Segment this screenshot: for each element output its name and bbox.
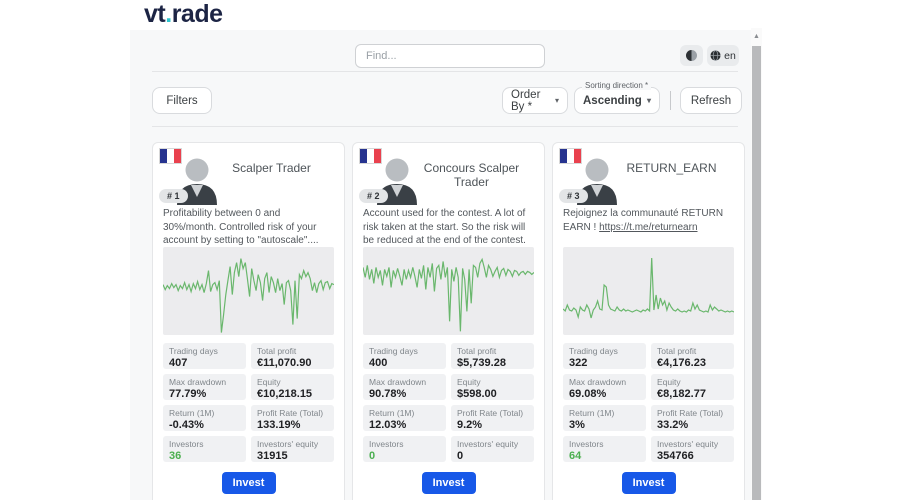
- stat-max-drawdown: Max drawdown77.79%: [163, 374, 246, 400]
- stat-investors: Investors64: [563, 436, 646, 462]
- language-label: en: [724, 50, 736, 62]
- trader-description: Account used for the contest. A lot of r…: [363, 207, 534, 247]
- contrast-icon: [686, 50, 697, 61]
- toolbar-divider: [670, 91, 671, 110]
- stat-investors-equity: Investors' equity0: [451, 436, 534, 462]
- equity-sparkline: [163, 247, 334, 335]
- invest-button[interactable]: Invest: [222, 472, 276, 494]
- refresh-button[interactable]: Refresh: [680, 87, 742, 114]
- sorting-direction-select[interactable]: Sorting direction * Ascending ▾: [574, 87, 660, 114]
- trader-card: # 3 RETURN_EARN Rejoignez la communauté …: [552, 142, 745, 500]
- rank-badge: # 3: [559, 189, 588, 203]
- equity-sparkline: [363, 247, 534, 335]
- stat-total-profit: Total profit€4,176.23: [651, 343, 734, 369]
- sorting-direction-label: Sorting direction *: [582, 81, 651, 90]
- invest-button[interactable]: Invest: [422, 472, 476, 494]
- app-viewport: vt.rade en Filters Order By * ▾ Sorting …: [130, 0, 762, 500]
- equity-sparkline: [563, 247, 734, 335]
- stat-investors-equity: Investors' equity354766: [651, 436, 734, 462]
- trader-description: Rejoignez la communauté RETURN EARN ! ht…: [563, 207, 734, 247]
- chevron-down-icon: ▾: [555, 96, 559, 105]
- filters-button[interactable]: Filters: [152, 87, 212, 114]
- toolbar-bottom-divider: [152, 126, 738, 127]
- theme-toggle-button[interactable]: [680, 45, 703, 66]
- stat-max-drawdown: Max drawdown69.08%: [563, 374, 646, 400]
- scroll-up-icon[interactable]: ▲: [751, 30, 762, 44]
- vertical-scrollbar[interactable]: ▲: [751, 28, 762, 500]
- rank-badge: # 2: [359, 189, 388, 203]
- language-button[interactable]: en: [707, 45, 739, 66]
- logo-rest: rade: [172, 0, 223, 28]
- trader-card-header: # 1 Scalper Trader: [163, 151, 334, 207]
- rank-badge: # 1: [159, 189, 188, 203]
- order-by-label: Order By *: [511, 89, 555, 113]
- trader-card: # 1 Scalper Trader Profitability between…: [152, 142, 345, 500]
- stats-grid: Trading days407 Total profit€11,070.90 M…: [163, 343, 334, 462]
- sorting-direction-value: Ascending: [583, 95, 642, 107]
- trader-card-header: # 2 Concours Scalper Trader: [363, 151, 534, 207]
- order-by-select[interactable]: Order By * ▾: [502, 87, 568, 114]
- trader-name: Concours Scalper Trader: [411, 161, 532, 189]
- trader-description-text: Profitability between 0 and 30%/month. C…: [163, 208, 319, 246]
- stat-return-1m: Return (1M)-0.43%: [163, 405, 246, 431]
- header-divider: [152, 71, 738, 72]
- stat-return-1m: Return (1M)12.03%: [363, 405, 446, 431]
- stat-investors: Investors36: [163, 436, 246, 462]
- trader-card: # 2 Concours Scalper Trader Account used…: [352, 142, 545, 500]
- stat-profit-rate: Profit Rate (Total)33.2%: [651, 405, 734, 431]
- stats-grid: Trading days322 Total profit€4,176.23 Ma…: [563, 343, 734, 462]
- chevron-down-icon: ▾: [647, 96, 651, 105]
- telegram-link[interactable]: https://t.me/returnearn: [599, 222, 697, 233]
- stat-trading-days: Trading days407: [163, 343, 246, 369]
- search-input[interactable]: [355, 44, 545, 68]
- stat-equity: Equity€8,182.77: [651, 374, 734, 400]
- trader-name: Scalper Trader: [211, 161, 332, 175]
- top-bar: [130, 0, 762, 30]
- trader-description-text: Account used for the contest. A lot of r…: [363, 208, 526, 246]
- stat-return-1m: Return (1M)3%: [563, 405, 646, 431]
- trader-card-header: # 3 RETURN_EARN: [563, 151, 734, 207]
- stat-investors-equity: Investors' equity31915: [251, 436, 334, 462]
- stat-equity: Equity$598.00: [451, 374, 534, 400]
- stat-profit-rate: Profit Rate (Total)133.19%: [251, 405, 334, 431]
- stat-total-profit: Total profit€11,070.90: [251, 343, 334, 369]
- stat-profit-rate: Profit Rate (Total)9.2%: [451, 405, 534, 431]
- stat-equity: Equity€10,218.15: [251, 374, 334, 400]
- stat-max-drawdown: Max drawdown90.78%: [363, 374, 446, 400]
- stats-grid: Trading days400 Total profit$5,739.28 Ma…: [363, 343, 534, 462]
- stat-investors: Investors0: [363, 436, 446, 462]
- scrollbar-thumb[interactable]: [752, 46, 761, 500]
- trader-name: RETURN_EARN: [611, 161, 732, 175]
- logo-vt: vt: [144, 0, 165, 28]
- stat-total-profit: Total profit$5,739.28: [451, 343, 534, 369]
- trader-description: Profitability between 0 and 30%/month. C…: [163, 207, 334, 247]
- vtrade-logo: vt.rade: [144, 0, 223, 29]
- stat-trading-days: Trading days400: [363, 343, 446, 369]
- stat-trading-days: Trading days322: [563, 343, 646, 369]
- globe-icon: [710, 50, 721, 61]
- invest-button[interactable]: Invest: [622, 472, 676, 494]
